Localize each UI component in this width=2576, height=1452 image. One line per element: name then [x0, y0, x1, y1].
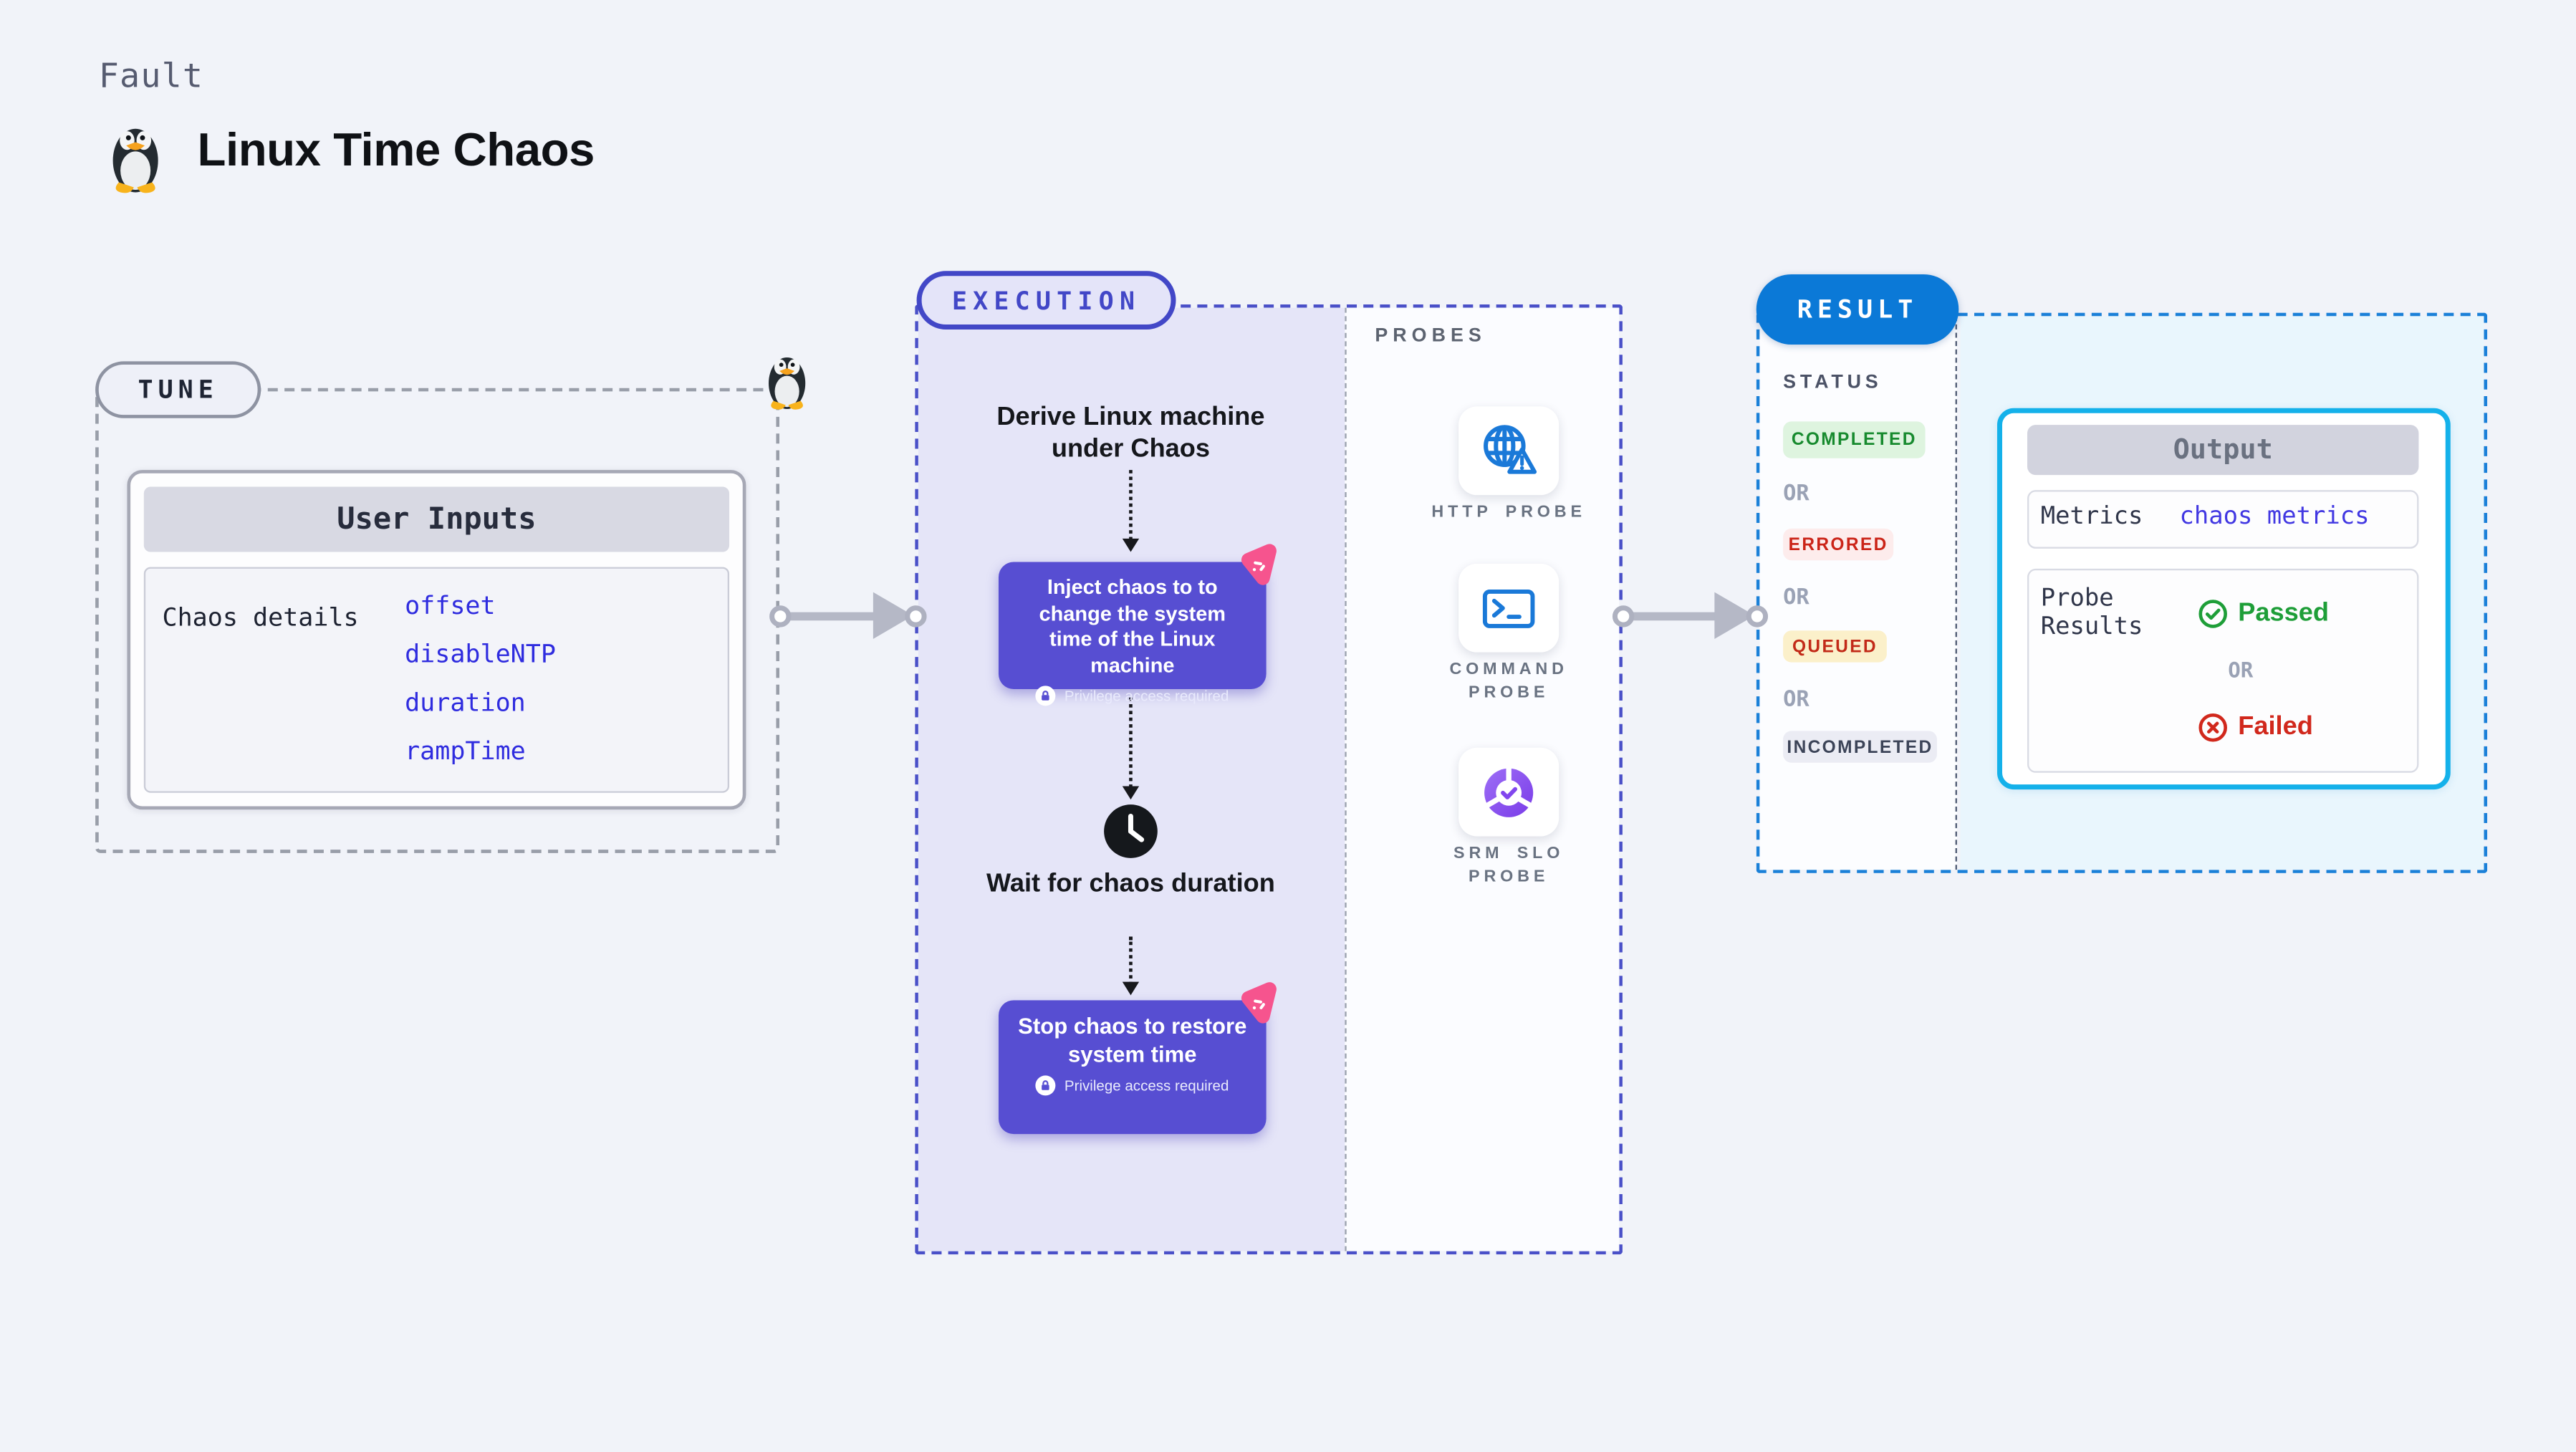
srm-slo-probe-label: SRM SLO PROBE — [1453, 845, 1565, 886]
privilege-label: Privilege access required — [1064, 1077, 1229, 1095]
or-separator: OR — [1783, 585, 1810, 611]
derive-step-label: Derive Linux machine under Chaos — [996, 403, 1265, 463]
check-circle-icon — [2198, 600, 2227, 628]
stop-chaos-label: Stop chaos to restore system time — [1018, 1014, 1247, 1067]
privilege-row: Privilege access required — [999, 686, 1267, 721]
param-ramptime[interactable]: rampTime — [405, 736, 526, 766]
page-title: Linux Time Chaos — [197, 123, 595, 176]
inject-chaos-step: Inject chaos to to change the system tim… — [998, 562, 1267, 706]
output-title: Output — [2027, 423, 2419, 474]
execution-badge: EXECUTION — [916, 271, 1176, 330]
status-heading: STATUS — [1783, 372, 1883, 393]
passed-label: Passed — [2238, 598, 2330, 628]
probes-heading: PROBES — [1375, 326, 1486, 347]
flow-arrow-icon — [1121, 936, 1138, 996]
or-separator: OR — [1783, 481, 1810, 507]
diagram-canvas: Fault Linux Time Chaos TUNE User Inputs … — [0, 0, 2576, 1452]
param-offset[interactable]: offset — [405, 590, 496, 620]
pie-check-icon — [1484, 764, 1534, 817]
tux-penguin-icon — [112, 128, 158, 193]
flow-arrow-icon — [1121, 470, 1138, 552]
probe-results-label: Probe Results — [2040, 585, 2143, 641]
page: Fault Linux Time Chaos TUNE User Inputs … — [0, 0, 2576, 1452]
lock-icon — [1036, 686, 1057, 706]
status-badge-errored: ERRORED — [1783, 528, 1894, 561]
arrow-line — [1629, 611, 1720, 620]
chaos-logo-icon — [1234, 978, 1287, 1032]
wait-step-label: Wait for chaos duration — [986, 870, 1275, 898]
chaos-details-label: Chaos details — [162, 602, 359, 633]
inject-chaos-label: Inject chaos to to change the system tim… — [1039, 575, 1226, 677]
status-badge-completed: COMPLETED — [1783, 421, 1926, 458]
srm-slo-probe-card — [1458, 747, 1559, 837]
fault-kicker: Fault — [98, 55, 204, 96]
param-disablentp[interactable]: disableNTP — [405, 639, 556, 669]
or-separator: OR — [1783, 687, 1810, 713]
privilege-label: Privilege access required — [1064, 687, 1229, 705]
status-badge-queued: QUEUED — [1783, 630, 1887, 663]
tune-badge: TUNE — [95, 361, 261, 418]
lock-icon — [1036, 1075, 1057, 1096]
clock-icon — [1102, 803, 1159, 860]
tux-penguin-small-icon — [769, 357, 806, 410]
http-probe-card — [1458, 406, 1559, 496]
command-probe-label: COMMAND PROBE — [1449, 660, 1568, 702]
globe-alert-icon — [1484, 424, 1537, 473]
metrics-value-link[interactable]: chaos metrics — [2180, 504, 2370, 530]
param-duration[interactable]: duration — [405, 688, 526, 718]
terminal-icon — [1482, 588, 1535, 628]
arrow-line — [786, 611, 878, 620]
result-badge: RESULT — [1756, 274, 1959, 345]
x-circle-icon — [2198, 713, 2227, 742]
metrics-label: Metrics — [2040, 503, 2143, 531]
user-inputs-title: User Inputs — [143, 486, 730, 552]
stop-chaos-step: Stop chaos to restore system time Privil… — [998, 1000, 1267, 1135]
status-badge-incompleted: INCOMPLETED — [1783, 731, 1937, 763]
or-separator: OR — [2228, 657, 2254, 683]
http-probe-label: HTTP PROBE — [1431, 503, 1586, 522]
privilege-row: Privilege access required — [999, 1075, 1267, 1110]
command-probe-card — [1458, 563, 1559, 653]
chaos-logo-icon — [1234, 539, 1287, 593]
failed-label: Failed — [2238, 712, 2313, 741]
